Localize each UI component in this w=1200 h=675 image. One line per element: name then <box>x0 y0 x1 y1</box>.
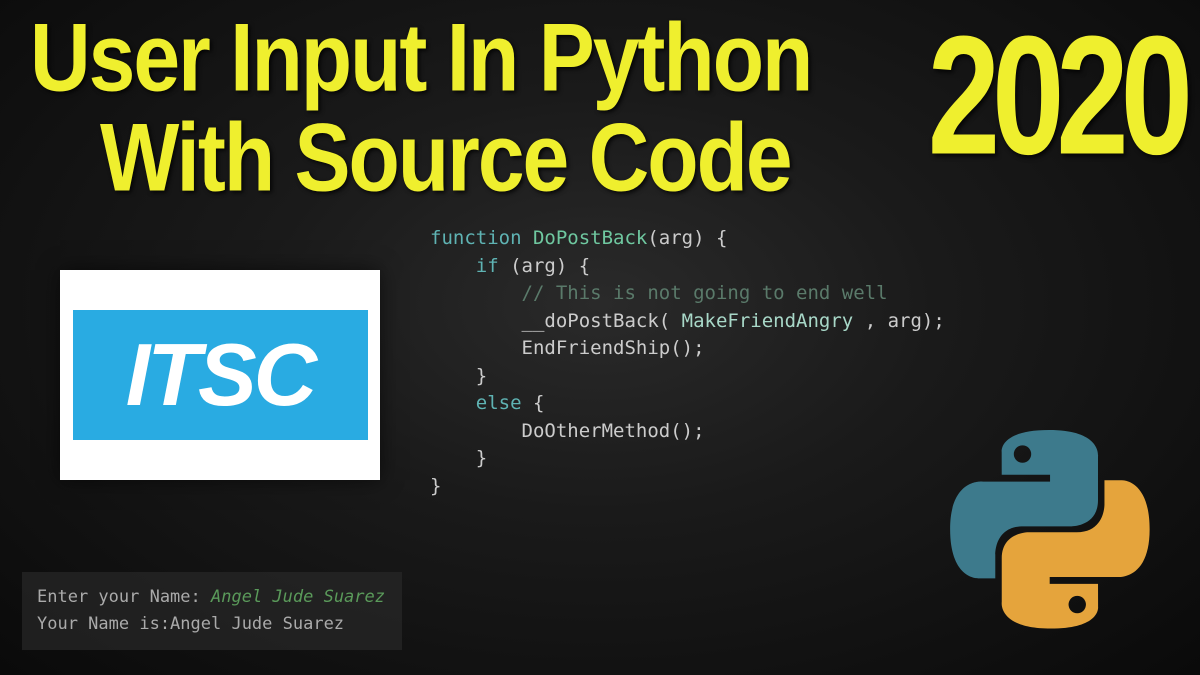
code-text: DoOtherMethod(); <box>430 420 705 442</box>
code-text: } <box>430 475 441 497</box>
python-logo-icon <box>950 430 1150 630</box>
code-text: (arg) { <box>647 227 727 249</box>
itsc-logo: ITSC <box>60 270 380 480</box>
terminal-prompt: Enter your Name: <box>37 587 211 607</box>
code-function: DoPostBack <box>533 227 647 249</box>
code-comment: // This is not going to end well <box>430 282 888 304</box>
code-text: { <box>533 392 544 414</box>
code-text: (arg) { <box>510 255 590 277</box>
code-text: EndFriendShip(); <box>430 337 705 359</box>
year-badge: 2020 <box>928 0 1185 193</box>
terminal-line-2: Your Name is:Angel Jude Suarez <box>37 611 387 638</box>
code-keyword: if <box>430 255 510 277</box>
itsc-logo-text: ITSC <box>126 324 314 426</box>
itsc-logo-inner: ITSC <box>73 310 368 440</box>
terminal-output: Enter your Name: Angel Jude Suarez Your … <box>22 572 402 650</box>
terminal-line-1: Enter your Name: Angel Jude Suarez <box>37 584 387 611</box>
terminal-user-input: Angel Jude Suarez <box>211 587 385 607</box>
code-text: } <box>430 365 487 387</box>
code-text: , arg); <box>865 310 945 332</box>
code-call: MakeFriendAngry <box>670 310 864 332</box>
code-text: __doPostBack( <box>430 310 670 332</box>
code-keyword: else <box>430 392 533 414</box>
code-keyword: function <box>430 227 533 249</box>
code-snippet: function DoPostBack(arg) { if (arg) { //… <box>430 225 945 500</box>
code-text: } <box>430 447 487 469</box>
